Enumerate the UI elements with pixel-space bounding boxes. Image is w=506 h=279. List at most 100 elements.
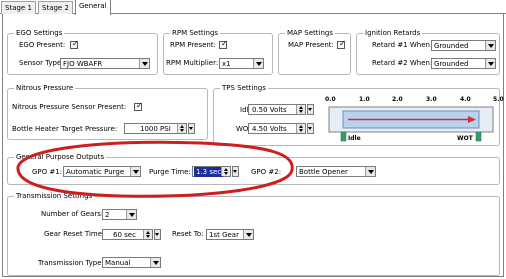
spin-down-icon bbox=[180, 129, 184, 132]
spin-up-icon bbox=[299, 106, 303, 109]
nitrous-sensor-present-label: Nitrous Pressure Sensor Present: bbox=[12, 103, 127, 111]
tps-scale-tick-2: 2.0 bbox=[392, 96, 403, 103]
dropdown-button[interactable] bbox=[126, 210, 136, 219]
dropdown-button[interactable] bbox=[150, 258, 160, 267]
rpm-multiplier-label: RPM Multiplier: bbox=[166, 59, 219, 67]
chevron-down-icon bbox=[246, 233, 252, 237]
nitrous-sensor-present-checkbox[interactable]: ✓ bbox=[134, 101, 143, 111]
gear-reset-time-spinner[interactable]: 60 sec bbox=[102, 229, 153, 240]
retard2-label: Retard #2 When: bbox=[372, 59, 433, 67]
tps-scale-tick-0: 0.0 bbox=[325, 96, 336, 103]
transmission-type-label: Transmission Type: bbox=[38, 259, 104, 267]
spin-buttons[interactable] bbox=[143, 230, 152, 239]
map-present-checkbox[interactable]: ✓ bbox=[337, 39, 346, 49]
ego-settings-title: EGO Settings bbox=[14, 29, 65, 38]
spin-down-icon bbox=[146, 235, 150, 238]
spin-buttons[interactable] bbox=[296, 124, 305, 133]
dropdown-button[interactable] bbox=[130, 167, 140, 176]
spin-buttons[interactable] bbox=[221, 167, 230, 176]
spin-buttons[interactable] bbox=[296, 105, 305, 114]
map-present-label: MAP Present: bbox=[288, 41, 334, 49]
ignition-retards-title: Ignition Retards bbox=[363, 29, 423, 38]
bottle-heater-label: Bottle Heater Target Pressure: bbox=[12, 125, 118, 133]
rpm-present-label: RPM Present: bbox=[170, 41, 216, 49]
tps-idle-marker[interactable] bbox=[340, 131, 347, 142]
tps-wot-spinner[interactable]: 4.50 Volts bbox=[248, 123, 306, 134]
spin-up-icon bbox=[146, 231, 150, 234]
rpm-multiplier-value: x1 bbox=[222, 60, 231, 68]
sensor-type-label: Sensor Type: bbox=[19, 59, 64, 67]
gpo2-select[interactable]: Bottle Opener bbox=[296, 166, 376, 177]
sensor-type-value: FJO WBAFR bbox=[63, 60, 103, 68]
tab-stage-2[interactable]: Stage 2 bbox=[38, 1, 73, 14]
dropdown-button[interactable] bbox=[243, 230, 253, 239]
spin-up-icon bbox=[180, 125, 184, 128]
chevron-down-icon bbox=[153, 261, 159, 265]
dropdown-button[interactable] bbox=[485, 59, 495, 68]
spin-down-icon bbox=[224, 172, 228, 175]
gpo2-value: Bottle Opener bbox=[299, 168, 348, 176]
chevron-down-icon bbox=[233, 170, 237, 173]
num-gears-label: Number of Gears: bbox=[41, 210, 104, 218]
retard1-value: Grounded bbox=[434, 42, 469, 50]
tps-wot-dropdown[interactable] bbox=[307, 123, 314, 134]
reset-to-label: Reset To: bbox=[172, 230, 204, 238]
tps-wot-marker[interactable] bbox=[475, 131, 482, 142]
chevron-down-icon bbox=[256, 62, 262, 66]
retard1-label: Retard #1 When: bbox=[372, 41, 433, 49]
spin-down-icon bbox=[299, 110, 303, 113]
bottle-heater-spinner[interactable]: 1000 PSI bbox=[124, 123, 187, 134]
tps-marker-idle-label: Idle bbox=[348, 135, 361, 142]
tab-stage-1[interactable]: Stage 1 bbox=[1, 1, 36, 14]
spin-buttons[interactable] bbox=[177, 124, 186, 133]
bottle-heater-dropdown[interactable] bbox=[188, 123, 195, 134]
tps-scale-tick-3: 3.0 bbox=[426, 96, 437, 103]
tps-scale-tick-4: 4.0 bbox=[460, 96, 471, 103]
tab-strip: Stage 1 Stage 2 General bbox=[0, 0, 506, 15]
nitrous-pressure-title: Nitrous Pressure bbox=[14, 84, 76, 93]
gear-reset-time-value: 60 sec bbox=[113, 231, 136, 239]
purge-time-spinner[interactable]: 1.3 sec bbox=[192, 166, 231, 177]
check-icon: ✓ bbox=[136, 101, 143, 110]
spin-up-icon bbox=[299, 125, 303, 128]
tps-idle-dropdown[interactable] bbox=[307, 104, 314, 115]
chevron-down-icon bbox=[308, 108, 312, 111]
gpo2-label: GPO #2: bbox=[251, 168, 282, 176]
reset-to-select[interactable]: 1st Gear bbox=[206, 229, 254, 240]
retard1-select[interactable]: Grounded bbox=[431, 40, 496, 51]
check-icon: ✓ bbox=[221, 39, 228, 48]
num-gears-value: 2 bbox=[105, 211, 110, 219]
ego-present-checkbox[interactable]: ✓ bbox=[70, 39, 79, 49]
check-icon: ✓ bbox=[72, 39, 79, 48]
dropdown-button[interactable] bbox=[253, 59, 263, 68]
chevron-down-icon bbox=[129, 213, 135, 217]
tab-general[interactable]: General bbox=[75, 0, 111, 15]
transmission-type-value: Manual bbox=[105, 259, 131, 267]
chevron-down-icon bbox=[133, 170, 139, 174]
chevron-down-icon bbox=[189, 127, 193, 130]
tps-idle-spinner[interactable]: 0.50 Volts bbox=[248, 104, 306, 115]
transmission-settings-title: Transmission Settings bbox=[14, 192, 95, 201]
tps-wot-value: 4.50 Volts bbox=[252, 125, 287, 133]
tps-scale-tick-5: 5.0 bbox=[493, 96, 504, 103]
rpm-present-checkbox[interactable]: ✓ bbox=[219, 39, 228, 49]
rpm-multiplier-select[interactable]: x1 bbox=[219, 58, 264, 69]
sensor-type-select[interactable]: FJO WBAFR bbox=[60, 58, 150, 69]
tps-settings-title: TPS Settings bbox=[220, 84, 268, 93]
dropdown-button[interactable] bbox=[485, 41, 495, 50]
chevron-down-icon bbox=[488, 62, 494, 66]
purge-time-dropdown[interactable] bbox=[232, 166, 239, 177]
purge-time-label: Purge Time: bbox=[149, 168, 191, 176]
num-gears-select[interactable]: 2 bbox=[102, 209, 137, 220]
dropdown-button[interactable] bbox=[365, 167, 375, 176]
retard2-select[interactable]: Grounded bbox=[431, 58, 496, 69]
purge-time-value: 1.3 sec bbox=[194, 167, 224, 177]
spin-down-icon bbox=[299, 129, 303, 132]
spin-up-icon bbox=[224, 168, 228, 171]
reset-to-value: 1st Gear bbox=[209, 231, 239, 239]
gpo-title: General Purpose Outputs bbox=[14, 153, 107, 162]
dropdown-button[interactable] bbox=[139, 59, 149, 68]
transmission-type-select[interactable]: Manual bbox=[102, 257, 161, 268]
gear-reset-time-dropdown[interactable] bbox=[154, 229, 161, 240]
gpo1-select[interactable]: Automatic Purge bbox=[63, 166, 141, 177]
